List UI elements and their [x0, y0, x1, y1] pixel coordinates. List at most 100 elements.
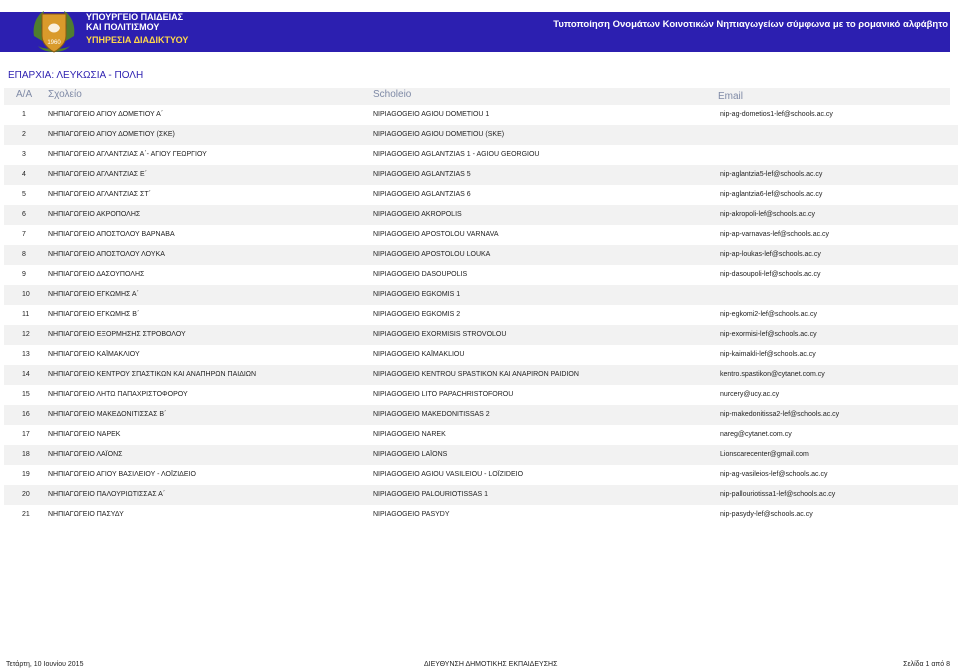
school-name: ΝΗΠΙΑΓΩΓΕΙΟ ΕΞΟΡΜΗΣΗΣ ΣΤΡΟΒΟΛΟΥ [48, 331, 186, 338]
header-banner: 1960 ΥΠΟΥΡΓΕΙΟ ΠΑΙΔΕΙΑΣ ΚΑΙ ΠΟΛΙΤΙΣΜΟΥ Υ… [0, 0, 960, 60]
table-row: 15 ΝΗΠΙΑΓΩΓΕΙΟ ΛΗΤΩ ΠΑΠΑΧΡΙΣΤΟΦΟΡΟΥ NIPIAG… [4, 385, 958, 405]
footer-page-number: Σελίδα 1 από 8 [903, 661, 950, 668]
school-email: nurcery@ucy.ac.cy [720, 391, 780, 398]
row-number: 5 [22, 191, 26, 198]
school-email: nip-ap-varnavas-lef@schools.ac.cy [720, 231, 830, 238]
school-name-latin: NIPIAGOGEIO AGLANTZIAS 6 [373, 191, 471, 198]
school-email: nip-ag-vasileios-lef@schools.ac.cy [720, 471, 828, 478]
row-number: 7 [22, 231, 26, 238]
school-name: ΝΗΠΙΑΓΩΓΕΙΟ ΑΠΟΣΤΟΛΟΥ ΒΑΡΝΑΒΑ [48, 231, 175, 238]
svg-text:1960: 1960 [47, 40, 61, 46]
school-email: nareg@cytanet.com.cy [720, 431, 792, 438]
school-name-latin: NIPIAGOGEIO PALOURIOTISSAS 1 [373, 491, 489, 498]
table-row: 20 ΝΗΠΙΑΓΩΓΕΙΟ ΠΑΛΟΥΡΙΩΤΙΣΣΑΣ Α΄ NIPIAGOGE… [4, 485, 958, 505]
row-number: 13 [22, 351, 30, 358]
school-name-latin: NIPIAGOGEIO MAKEDONITISSAS 2 [373, 411, 490, 418]
district-heading: ΕΠΑΡΧΙΑ: ΛΕΥΚΩΣΙΑ - ΠΟΛΗ [8, 70, 144, 81]
table-row: 21 ΝΗΠΙΑΓΩΓΕΙΟ ΠΑΣΥΔΥ NIPIAGOGEIO PASYDY ni… [4, 505, 958, 525]
school-email: nip-dasoupoli-lef@schools.ac.cy [720, 271, 821, 278]
row-number: 14 [22, 371, 30, 378]
school-name-latin: NIPIAGOGEIO DASOUPOLIS [373, 271, 468, 278]
school-name: ΝΗΠΙΑΓΩΓΕΙΟ ΑΓΛΑΝΤΖΙΑΣ ΣΤ΄ [48, 191, 151, 198]
school-name: ΝΗΠΙΑΓΩΓΕΙΟ ΑΓΙΟΥ ΔΟΜΕΤΙΟΥ Α΄ [48, 111, 164, 118]
school-email: nip-exormisi-lef@schools.ac.cy [720, 331, 817, 338]
column-email: Email [718, 91, 744, 102]
column-scholeio: Scholeio [373, 89, 412, 100]
school-email: nip-egkomi2-lef@schools.ac.cy [720, 311, 817, 318]
table-row: 9 ΝΗΠΙΑΓΩΓΕΙΟ ΔΑΣΟΥΠΟΛΗΣ NIPIAGOGEIO DASOU… [4, 265, 958, 285]
column-index: Α/Α [16, 89, 33, 100]
school-name: ΝΗΠΙΑΓΩΓΕΙΟ ΜΑΚΕΔΟΝΙΤΙΣΣΑΣ Β΄ [48, 411, 167, 418]
school-name: ΝΗΠΙΑΓΩΓΕΙΟ ΑΓΛΑΝΤΖΙΑΣ Ε΄ [48, 171, 148, 178]
ministry-title: ΥΠΟΥΡΓΕΙΟ ΠΑΙΔΕΙΑΣ ΚΑΙ ΠΟΛΙΤΙΣΜΟΥ ΥΠΗΡΕΣ… [86, 12, 188, 45]
school-email: nip-makedonitissa2-lef@schools.ac.cy [720, 411, 840, 418]
row-number: 21 [22, 511, 30, 518]
table-row: 4 ΝΗΠΙΑΓΩΓΕΙΟ ΑΓΛΑΝΤΖΙΑΣ Ε΄ NIPIAGOGEIO AG… [4, 165, 958, 185]
school-name-latin: NIPIAGOGEIO LITO PAPACHRISTOFOROU [373, 391, 514, 398]
row-number: 8 [22, 251, 26, 258]
school-name: ΝΗΠΙΑΓΩΓΕΙΟ ΠΑΛΟΥΡΙΩΤΙΣΣΑΣ Α΄ [48, 491, 166, 498]
row-number: 16 [22, 411, 30, 418]
table-row: 1 ΝΗΠΙΑΓΩΓΕΙΟ ΑΓΙΟΥ ΔΟΜΕΤΙΟΥ Α΄ NIPIAGOGEI… [4, 105, 958, 125]
row-number: 2 [22, 131, 26, 138]
table-row: 16 ΝΗΠΙΑΓΩΓΕΙΟ ΜΑΚΕΔΟΝΙΤΙΣΣΑΣ Β΄ NIPIAGOGE… [4, 405, 958, 425]
row-number: 18 [22, 451, 30, 458]
cyprus-coat-of-arms-icon: 1960 [33, 11, 75, 53]
school-name: ΝΗΠΙΑΓΩΓΕΙΟ ΚΑΪΜΑΚΛΙΟΥ [48, 351, 140, 358]
school-name: ΝΗΠΙΑΓΩΓΕΙΟ ΑΠΟΣΤΟΛΟΥ ΛΟΥΚΑ [48, 251, 165, 258]
school-name: ΝΗΠΙΑΓΩΓΕΙΟ ΑΚΡΟΠΟΛΗΣ [48, 211, 141, 218]
school-name-latin: NIPIAGOGEIO AGLANTZIAS 1 - AGIOU GEORGIO… [373, 151, 540, 158]
school-name: ΝΗΠΙΑΓΩΓΕΙΟ ΛΗΤΩ ΠΑΠΑΧΡΙΣΤΟΦΟΡΟΥ [48, 391, 188, 398]
school-table: 1 ΝΗΠΙΑΓΩΓΕΙΟ ΑΓΙΟΥ ΔΟΜΕΤΙΟΥ Α΄ NIPIAGOGEI… [4, 105, 958, 525]
school-name-latin: NIPIAGOGEIO LAÏONS [373, 451, 448, 458]
table-row: 10 ΝΗΠΙΑΓΩΓΕΙΟ ΕΓΚΩΜΗΣ Α΄ NIPIAGOGEIO EGKO… [4, 285, 958, 305]
school-email: kentro.spastikon@cytanet.com.cy [720, 371, 825, 378]
table-row: 19 ΝΗΠΙΑΓΩΓΕΙΟ ΑΓΙΟΥ ΒΑΣΙΛΕΙΟΥ - ΛΟΪΖΙΔΕΙ… [4, 465, 958, 485]
school-name: ΝΗΠΙΑΓΩΓΕΙΟ ΑΓΙΟΥ ΒΑΣΙΛΕΙΟΥ - ΛΟΪΖΙΔΕΙΟ [48, 471, 196, 478]
service-name: ΥΠΗΡΕΣΙΑ ΔΙΑΔΙΚΤΥΟΥ [86, 35, 189, 45]
table-row: 18 ΝΗΠΙΑΓΩΓΕΙΟ ΛΑΪΟΝΣ NIPIAGOGEIO LAÏONS Li… [4, 445, 958, 465]
table-row: 11 ΝΗΠΙΑΓΩΓΕΙΟ ΕΓΚΩΜΗΣ Β΄ NIPIAGOGEIO EGKO… [4, 305, 958, 325]
row-number: 12 [22, 331, 30, 338]
ministry-line2: ΚΑΙ ΠΟΛΙΤΙΣΜΟΥ [86, 22, 160, 32]
school-email: nip-ag-dometios1-lef@schools.ac.cy [720, 111, 833, 118]
school-name-latin: NIPIAGOGEIO EXORMISIS STROVOLOU [373, 331, 507, 338]
table-row: 12 ΝΗΠΙΑΓΩΓΕΙΟ ΕΞΟΡΜΗΣΗΣ ΣΤΡΟΒΟΛΟΥ NIPIAGO… [4, 325, 958, 345]
school-name-latin: NIPIAGOGEIO AGIOU DOMETIOU (SKE) [373, 131, 505, 138]
project-title: Τυποποίηση Ονομάτων Κοινοτικών Νηπιαγωγε… [553, 19, 948, 30]
table-row: 13 ΝΗΠΙΑΓΩΓΕΙΟ ΚΑΪΜΑΚΛΙΟΥ NIPIAGOGEIO KAÏM… [4, 345, 958, 365]
school-name: ΝΗΠΙΑΓΩΓΕΙΟ ΠΑΣΥΔΥ [48, 511, 124, 518]
school-name-latin: NIPIAGOGEIO EGKOMIS 1 [373, 291, 461, 298]
row-number: 19 [22, 471, 30, 478]
school-name: ΝΗΠΙΑΓΩΓΕΙΟ ΔΑΣΟΥΠΟΛΗΣ [48, 271, 145, 278]
row-number: 9 [22, 271, 26, 278]
row-number: 1 [22, 111, 26, 118]
school-name-latin: NIPIAGOGEIO AGIOU VASILEIOU - LOÏZIDEIO [373, 471, 524, 478]
footer-date: Τετάρτη, 10 Ιουνίου 2015 [6, 661, 84, 668]
column-school: Σχολείο [48, 89, 82, 100]
school-name-latin: NIPIAGOGEIO AGIOU DOMETIOU 1 [373, 111, 490, 118]
school-name: ΝΗΠΙΑΓΩΓΕΙΟ ΕΓΚΩΜΗΣ Α΄ [48, 291, 139, 298]
school-name: ΝΗΠΙΑΓΩΓΕΙΟ ΕΓΚΩΜΗΣ Β΄ [48, 311, 140, 318]
row-number: 15 [22, 391, 30, 398]
table-row: 7 ΝΗΠΙΑΓΩΓΕΙΟ ΑΠΟΣΤΟΛΟΥ ΒΑΡΝΑΒΑ NIPIAGOGEI… [4, 225, 958, 245]
school-name-latin: NIPIAGOGEIO NAREK [373, 431, 446, 438]
row-number: 6 [22, 211, 26, 218]
school-name: ΝΗΠΙΑΓΩΓΕΙΟ ΑΓΙΟΥ ΔΟΜΕΤΙΟΥ (ΣΚΕ) [48, 131, 175, 138]
footer-department: ΔΙΕΥΘΥΝΣΗ ΔΗΜΟΤΙΚΗΣ ΕΚΠΑΙΔΕΥΣΗΣ [424, 661, 558, 668]
school-email: nip-ap-loukas-lef@schools.ac.cy [720, 251, 821, 258]
table-row: 2 ΝΗΠΙΑΓΩΓΕΙΟ ΑΓΙΟΥ ΔΟΜΕΤΙΟΥ (ΣΚΕ) NIPIAGO… [4, 125, 958, 145]
ministry-line1: ΥΠΟΥΡΓΕΙΟ ΠΑΙΔΕΙΑΣ [86, 12, 184, 22]
school-name: ΝΗΠΙΑΓΩΓΕΙΟ ΝΑΡΕΚ [48, 431, 121, 438]
table-row: 6 ΝΗΠΙΑΓΩΓΕΙΟ ΑΚΡΟΠΟΛΗΣ NIPIAGOGEIO AKROPO… [4, 205, 958, 225]
school-name-latin: NIPIAGOGEIO EGKOMIS 2 [373, 311, 461, 318]
school-email: nip-akropoli-lef@schools.ac.cy [720, 211, 816, 218]
table-row: 5 ΝΗΠΙΑΓΩΓΕΙΟ ΑΓΛΑΝΤΖΙΑΣ ΣΤ΄ NIPIAGOGEIO A… [4, 185, 958, 205]
school-email: nip-pallouriotissa1-lef@schools.ac.cy [720, 491, 836, 498]
table-row: 14 ΝΗΠΙΑΓΩΓΕΙΟ ΚΕΝΤΡΟΥ ΣΠΑΣΤΙΚΩΝ ΚΑΙ ΑΝΑΠ… [4, 365, 958, 385]
table-row: 17 ΝΗΠΙΑΓΩΓΕΙΟ ΝΑΡΕΚ NIPIAGOGEIO NAREK nare… [4, 425, 958, 445]
school-name-latin: NIPIAGOGEIO APOSTOLOU LOUKA [373, 251, 491, 258]
school-email: nip-aglantzia6-lef@schools.ac.cy [720, 191, 823, 198]
school-name-latin: NIPIAGOGEIO AGLANTZIAS 5 [373, 171, 471, 178]
school-name-latin: NIPIAGOGEIO KENTROU SPASTIKON KAI ANAPIR… [373, 371, 579, 378]
